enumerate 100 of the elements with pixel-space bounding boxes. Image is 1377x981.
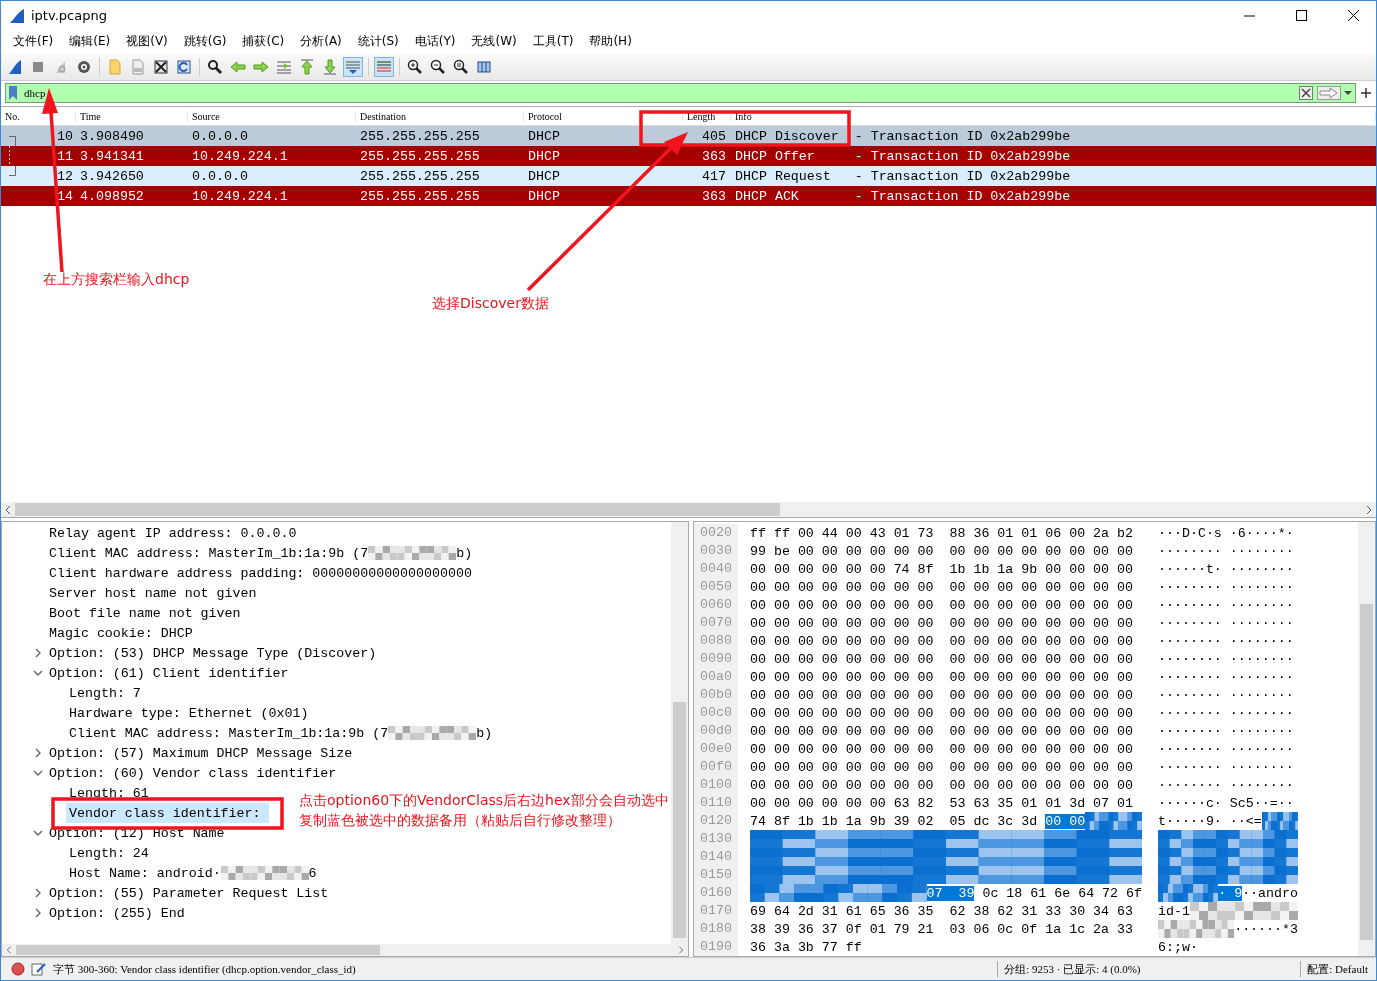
tree-item[interactable]: Option: (255) End bbox=[46, 903, 249, 924]
hex-offset: 0070 bbox=[694, 614, 738, 633]
chevron-right-icon[interactable] bbox=[33, 748, 43, 759]
tree-item[interactable]: Hardware type: Ethernet (0x01) bbox=[66, 703, 309, 724]
hex-offset: 0040 bbox=[694, 560, 738, 579]
ascii-text: ······c· Sc5··=·· bbox=[1158, 795, 1294, 811]
ascii-text: ········ ········ bbox=[1158, 579, 1294, 595]
tree-item[interactable]: Client MAC address: MasterIm_1b:1a:9b (7 b) bbox=[46, 543, 473, 564]
table-cell-text: 10.249.224.1 bbox=[191, 188, 289, 204]
packet-row[interactable]: 10 3.908490 0.0.0.0 255.255.255.255 DHCP 405 DHCP Discover - Transaction ID 0x2ab299be bbox=[1, 126, 1376, 147]
bookmark-icon[interactable] bbox=[6, 85, 20, 102]
display-filter-field[interactable]: dhcp bbox=[20, 85, 1299, 102]
ascii-text: ········ ········ bbox=[1158, 687, 1294, 703]
menu-item[interactable]: 统计(S) bbox=[349, 33, 407, 51]
tree-item[interactable]: Relay agent IP address: 0.0.0.0 bbox=[46, 523, 297, 544]
edit-comment-icon[interactable] bbox=[31, 962, 47, 977]
menu-item[interactable]: 文件(F) bbox=[5, 33, 62, 51]
autoscroll-icon[interactable] bbox=[345, 58, 361, 75]
zoom-in-icon[interactable] bbox=[407, 58, 423, 75]
zoom-out-icon[interactable] bbox=[430, 58, 446, 75]
maximize-icon[interactable] bbox=[1295, 10, 1307, 21]
profile-label[interactable]: 配置: Default bbox=[1307, 961, 1376, 977]
tree-item[interactable]: Host Name: android· 6 bbox=[66, 863, 317, 884]
tree-item[interactable]: Magic cookie: DHCP bbox=[46, 623, 249, 644]
vertical-scrollbar[interactable] bbox=[1358, 522, 1375, 957]
tree-item[interactable]: Option: (55) Parameter Request List bbox=[46, 883, 329, 904]
up-arrow-icon[interactable] bbox=[299, 58, 315, 75]
down-arrow-icon[interactable] bbox=[322, 58, 338, 75]
tree-item[interactable]: Option: (60) Vendor class identifier bbox=[46, 763, 337, 784]
ascii-text: ········ ········ bbox=[1158, 705, 1294, 721]
menu-item[interactable]: 编辑(E) bbox=[61, 33, 119, 51]
column-header[interactable]: Source bbox=[188, 110, 356, 122]
menu-item[interactable]: 捕获(C) bbox=[234, 33, 293, 51]
ascii-text: ········ ········ bbox=[1158, 723, 1294, 739]
capture-status-icon[interactable] bbox=[11, 962, 25, 977]
right-arrow-icon[interactable] bbox=[253, 58, 269, 75]
menu-item[interactable]: 电话(Y) bbox=[406, 33, 464, 51]
ascii-text: ········ ········ bbox=[1158, 741, 1294, 757]
menu-item[interactable]: 无线(W) bbox=[463, 33, 525, 51]
table-cell-text: 417 bbox=[701, 168, 727, 184]
hex-bytes: 00 00 00 00 00 00 00 00 00 00 00 00 00 00 00 00 bbox=[750, 759, 1133, 775]
table-cell-text: DHCP bbox=[527, 148, 561, 164]
packet-row[interactable]: 12 3.942650 0.0.0.0 255.255.255.255 DHCP 417 DHCP Request - Transaction ID 0x2ab299be bbox=[1, 166, 1376, 187]
table-cell-text: DHCP bbox=[527, 128, 561, 144]
ascii-text: ········ ········ bbox=[1158, 633, 1294, 649]
table-cell-text: DHCP Request - Transaction ID 0x2ab299be bbox=[734, 168, 1072, 184]
ascii-text: id-1 bbox=[1158, 903, 1190, 919]
column-header[interactable]: Time bbox=[76, 110, 188, 122]
tree-item[interactable]: Length: 7 bbox=[66, 683, 269, 704]
packet-row[interactable]: 14 4.098952 10.249.224.1 255.255.255.255 DHCP 363 DHCP ACK - Transaction ID 0x2ab299be bbox=[1, 186, 1376, 207]
tree-item[interactable]: Boot file name not given bbox=[46, 603, 249, 624]
tree-item[interactable]: Client MAC address: MasterIm_1b:1a:9b (7 b) bbox=[66, 723, 493, 744]
tree-item[interactable]: Vendor class identifier: bbox=[66, 803, 269, 824]
horizontal-scrollbar[interactable] bbox=[1, 502, 1376, 518]
tree-item[interactable]: Option: (57) Maximum DHCP Message Size bbox=[46, 743, 353, 764]
ascii-text: ········ ········ bbox=[1158, 543, 1294, 559]
close-file-icon[interactable] bbox=[153, 58, 169, 75]
ascii-text: ···D·C·s ·6····*· bbox=[1158, 525, 1294, 541]
table-cell-text: 3.908490 bbox=[79, 128, 145, 144]
ascii-text: 6:;w· bbox=[1158, 939, 1198, 955]
table-cell-text: 255.255.255.255 bbox=[359, 168, 481, 184]
shark-fin-icon[interactable] bbox=[7, 58, 23, 75]
column-header[interactable]: Protocol bbox=[524, 110, 683, 122]
hex-offset: 00c0 bbox=[694, 704, 738, 723]
column-header[interactable]: Info bbox=[731, 110, 1376, 122]
chevron-right-icon[interactable] bbox=[33, 908, 43, 919]
zoom-reset-icon[interactable] bbox=[453, 58, 469, 75]
column-header[interactable]: Length bbox=[683, 110, 731, 122]
menu-item[interactable]: 视图(V) bbox=[118, 33, 176, 51]
chevron-right-icon[interactable] bbox=[33, 888, 43, 899]
tree-item[interactable]: Length: 61 bbox=[66, 783, 269, 804]
left-arrow-icon[interactable] bbox=[230, 58, 246, 75]
search-icon[interactable] bbox=[207, 58, 223, 75]
hex-bytes: 00 00 bbox=[1045, 813, 1086, 829]
tree-item[interactable]: Server host name not given bbox=[46, 583, 257, 604]
ascii-text: ········ ········ bbox=[1158, 777, 1294, 793]
close-icon[interactable] bbox=[1347, 10, 1359, 21]
chevron-right-icon[interactable] bbox=[33, 648, 43, 659]
menu-item[interactable]: 跳转(G) bbox=[175, 33, 235, 51]
hex-offset: 0080 bbox=[694, 632, 738, 651]
add-filter-icon[interactable] bbox=[1360, 87, 1372, 100]
table-cell-text: DHCP bbox=[527, 188, 561, 204]
gear-icon[interactable] bbox=[76, 58, 92, 75]
tree-item[interactable]: Option: (61) Client identifier bbox=[46, 663, 289, 684]
filter-bar[interactable]: dhcp bbox=[5, 83, 1356, 104]
tree-item[interactable]: Client hardware address padding: 00000000000000000000 bbox=[46, 563, 472, 584]
colorize-icon[interactable] bbox=[376, 58, 392, 75]
resize-columns-icon[interactable] bbox=[476, 58, 492, 75]
tree-item[interactable]: Option: (53) DHCP Message Type (Discover) bbox=[46, 643, 377, 664]
column-header[interactable]: Destination bbox=[356, 110, 524, 122]
vertical-scrollbar[interactable] bbox=[671, 522, 688, 945]
clear-icon[interactable] bbox=[1299, 86, 1313, 101]
tree-item[interactable]: Length: 24 bbox=[66, 843, 269, 864]
menu-item[interactable]: 分析(A) bbox=[292, 33, 350, 51]
packet-row[interactable]: 11 3.941341 10.249.224.1 255.255.255.255 DHCP 363 DHCP Offer - Transaction ID 0x2ab299be bbox=[1, 146, 1376, 167]
menu-item[interactable]: 帮助(H) bbox=[581, 33, 640, 51]
reload-icon[interactable] bbox=[176, 58, 192, 75]
minimize-icon[interactable] bbox=[1243, 14, 1255, 17]
hex-bytes: 99 be 00 00 00 00 00 00 00 00 00 00 00 00 00 00 bbox=[750, 543, 1133, 559]
menu-item[interactable]: 工具(T) bbox=[524, 33, 582, 51]
